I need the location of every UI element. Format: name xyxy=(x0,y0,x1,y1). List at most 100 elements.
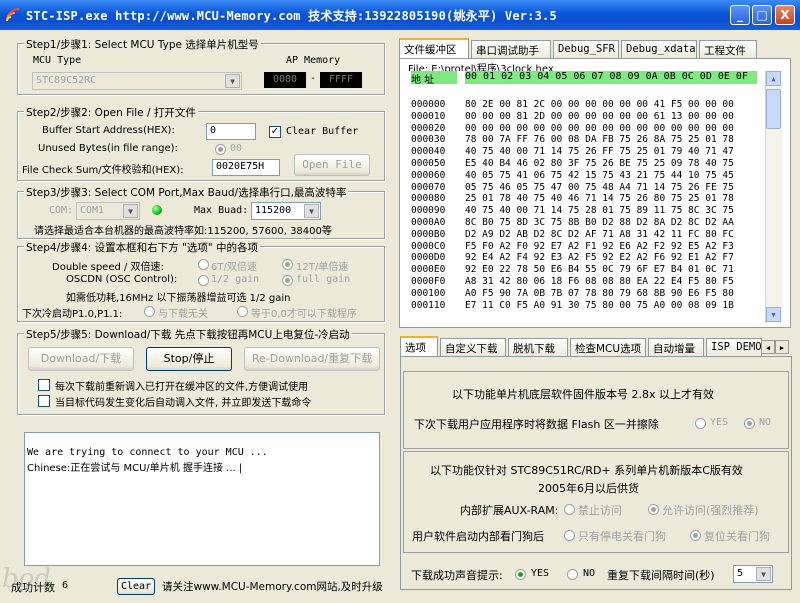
hex-row-address: 0000A0 xyxy=(411,217,446,228)
step3-group: Step3/步骤3: Select COM Port,Max Baud/选择串行… xyxy=(17,185,385,239)
download-button[interactable]: Download/下载 xyxy=(28,347,134,371)
c-version-note: 以下功能仅针对 STC89C51RC/RD+ 系列单片机新版本C版有效 xyxy=(430,464,743,477)
gain-full-label: full gain xyxy=(296,274,351,285)
sound-no-label: NO xyxy=(583,568,596,579)
title-bar: STC-ISP.exe http://www.MCU-Memory.com 技术… xyxy=(0,0,800,30)
step3-title: Step3/步骤3: Select COM Port,Max Baud/选择串行… xyxy=(24,185,349,200)
status-led-icon xyxy=(152,205,162,215)
tab-scroll-right-icon[interactable]: ▶ xyxy=(775,340,789,354)
log-line: Chinese:正在尝试与 MCU/单片机 握手连接 ... | xyxy=(27,463,243,474)
sound-yes-radio[interactable] xyxy=(515,569,526,580)
auxram-deny-label: 禁止访问 xyxy=(578,504,622,517)
tab-custom-download[interactable]: 自定义下载 xyxy=(440,338,506,356)
mcu-type-value: STC89C52RC xyxy=(36,75,97,86)
hex-column-header: 00 01 02 03 04 05 06 07 08 09 0A 0B 0C 0… xyxy=(465,71,757,84)
hex-row-bytes: 8C B0 75 8D 3C 75 8B B0 D2 88 D2 8A D2 8… xyxy=(465,217,734,228)
gain-half-radio[interactable] xyxy=(198,275,209,286)
tab-scroll-left-icon[interactable]: ◀ xyxy=(761,340,775,354)
hex-view[interactable]: 地 址 00 01 02 03 04 05 06 07 08 09 0A 0B … xyxy=(405,71,783,323)
clear-buffer-checkbox[interactable]: ✓ xyxy=(269,126,281,138)
wd-poweroff-radio[interactable] xyxy=(564,530,575,541)
scroll-down-icon[interactable]: ▼ xyxy=(766,307,781,322)
minimize-button[interactable]: _ xyxy=(730,5,750,25)
chevron-down-icon[interactable]: ▼ xyxy=(225,74,240,88)
mcu-type-label: MCU Type xyxy=(33,55,82,66)
tab-options[interactable]: 选项 xyxy=(400,336,438,357)
hex-row-bytes: D2 A9 D2 AB D2 8C D2 AF 71 A8 31 42 11 F… xyxy=(465,228,734,240)
auxram-allow-label: 允许访问(强烈推荐) xyxy=(662,504,759,517)
scroll-up-icon[interactable]: ▲ xyxy=(766,71,781,86)
step1-group: Step1/步骤1: Select MCU Type 选择单片机型号 MCU T… xyxy=(17,37,385,95)
tab-serial-assistant[interactable]: 串口调试助手 xyxy=(471,40,551,58)
hex-row-address: 000080 xyxy=(411,193,446,205)
hex-scrollbar[interactable]: ▲ ▼ xyxy=(765,71,782,323)
max-baud-label: Max Buad: xyxy=(194,205,249,216)
chevron-down-icon[interactable]: ▼ xyxy=(756,567,771,581)
repeat-interval-select[interactable]: 5 ▼ xyxy=(733,565,773,583)
open-file-button[interactable]: Open File xyxy=(294,154,370,176)
log-output[interactable]: We are trying to connect to your MCU ...… xyxy=(24,432,380,566)
tab-file-buffer[interactable]: 文件缓冲区 xyxy=(399,38,469,59)
com-label: COM: xyxy=(49,205,74,216)
hex-row-address: 000050 xyxy=(411,158,446,169)
speed-6t-label: 6T/双倍速 xyxy=(211,262,257,273)
hex-row-address: 000040 xyxy=(411,146,446,158)
app-icon xyxy=(6,8,20,22)
buffer-start-input[interactable]: 0 xyxy=(206,123,256,140)
reload-file-checkbox[interactable] xyxy=(38,379,50,391)
maximize-button[interactable]: □ xyxy=(752,5,772,25)
flash-no-radio[interactable] xyxy=(744,418,755,429)
auxram-allow-radio[interactable] xyxy=(648,504,659,515)
hex-row-address: 000110 xyxy=(411,299,446,311)
step2-title: Step2/步骤2: Open File / 打开文件 xyxy=(24,105,198,120)
hex-row-bytes: E7 11 C0 F5 A0 91 30 75 80 00 75 A0 00 0… xyxy=(465,299,734,311)
success-count-value: 6 xyxy=(62,580,69,591)
gain-full-radio[interactable] xyxy=(282,275,293,286)
scroll-thumb[interactable] xyxy=(766,89,781,129)
com-port-select[interactable]: COM1 ▼ xyxy=(76,202,140,220)
tab-debug-sfr[interactable]: Debug_SFR xyxy=(553,40,619,58)
upper-tab-strip: 文件缓冲区 串口调试助手 Debug_SFR Debug_xdata 工程文件 xyxy=(399,38,789,60)
tab-scroll[interactable]: ◀ ▶ xyxy=(761,340,789,355)
chevron-down-icon[interactable]: ▼ xyxy=(123,204,138,218)
max-baud-select[interactable]: 115200 ▼ xyxy=(251,202,321,220)
clear-count-button[interactable]: Clear xyxy=(117,578,155,595)
hex-row-bytes: E5 40 B4 46 02 80 3F 75 26 BE 75 25 09 7… xyxy=(465,158,734,169)
supply-date-note: 2005年6月以后供货 xyxy=(538,482,639,495)
speed-6t-radio[interactable] xyxy=(198,259,209,270)
hex-row-bytes: F5 F0 A2 F0 92 E7 A2 F1 92 E6 A2 F2 92 E… xyxy=(465,240,734,252)
hex-row-address: 000000 xyxy=(411,99,446,110)
watermark-logo: bod xyxy=(2,564,51,594)
tab-check-mcu[interactable]: 检查MCU选项 xyxy=(570,338,646,356)
mcu-type-select[interactable]: STC89C52RC ▼ xyxy=(32,72,242,90)
tab-project-file[interactable]: 工程文件 xyxy=(699,40,757,58)
auxram-deny-radio[interactable] xyxy=(564,504,575,515)
close-button[interactable]: X xyxy=(775,5,795,25)
tab-offline-download[interactable]: 脱机下载 xyxy=(508,338,568,356)
tab-debug-xdata[interactable]: Debug_xdata xyxy=(621,40,697,58)
checksum-value: 0020E75H xyxy=(212,159,280,176)
redownload-button[interactable]: Re-Download/重复下载 xyxy=(244,347,380,371)
stop-button[interactable]: Stop/停止 xyxy=(146,347,232,371)
sound-no-radio[interactable] xyxy=(567,569,578,580)
com-port-value: COM1 xyxy=(80,205,105,216)
cold-start-unrelated-radio[interactable] xyxy=(144,306,155,317)
auto-reload-checkbox[interactable] xyxy=(38,395,50,407)
speed-12t-radio[interactable] xyxy=(282,259,293,270)
flash-yes-radio[interactable] xyxy=(695,418,706,429)
unused-bytes-radio[interactable] xyxy=(215,144,226,155)
tab-isp-demo[interactable]: ISP DEMO xyxy=(706,338,762,356)
wd-reset-label: 复位关看门狗 xyxy=(704,530,770,543)
wd-reset-radio[interactable] xyxy=(690,530,701,541)
cold-start-equal0-radio[interactable] xyxy=(237,306,248,317)
ap-start-value: 0000 xyxy=(264,72,306,88)
watchdog-label: 用户软件启动内部看门狗后 xyxy=(412,530,544,543)
checksum-label: File Check Sum/文件校验和(HEX): xyxy=(22,165,184,176)
hex-row-bytes: 92 E0 22 78 50 E6 B4 55 0C 79 6F E7 B4 0… xyxy=(465,264,734,276)
hex-row-address: 0000D0 xyxy=(411,252,446,264)
reload-file-label: 每次下载前重新调入已打开在缓冲区的文件,方便调试使用 xyxy=(55,382,309,393)
oscdn-label: OSCDN (OSC Control): xyxy=(66,274,178,285)
firmware-note: 以下功能单片机底层软件固件版本号 2.8x 以上才有效 xyxy=(452,388,714,401)
tab-auto-increment[interactable]: 自动增量 xyxy=(648,338,704,356)
chevron-down-icon[interactable]: ▼ xyxy=(304,204,319,218)
